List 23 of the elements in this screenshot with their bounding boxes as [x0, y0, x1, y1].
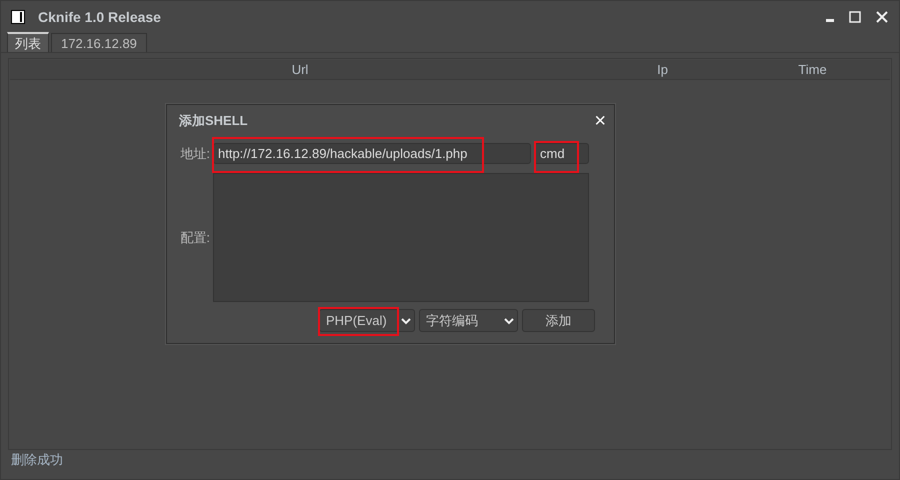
add-button[interactable]: 添加 [522, 309, 595, 332]
column-header[interactable]: Time [735, 60, 890, 79]
tab[interactable]: 172.16.12.89 [51, 33, 147, 52]
app-icon [11, 10, 25, 24]
select-value: 字符编码 [426, 312, 479, 330]
close-button[interactable]: × [594, 111, 606, 131]
field-label: 配置: [179, 228, 211, 247]
field-label: 地址: [179, 144, 211, 163]
column-header[interactable]: Url [10, 60, 590, 79]
password-field[interactable]: cmd [534, 143, 589, 164]
close-icon[interactable] [875, 10, 889, 24]
dialog-title: 添加SHELL [179, 112, 248, 130]
window-title: Cknife 1.0 Release [38, 8, 161, 26]
maximize-icon[interactable] [848, 10, 862, 24]
column-header[interactable]: Ip [590, 60, 735, 79]
chevron-down-icon [504, 316, 514, 324]
tab[interactable]: 列表 [7, 32, 49, 52]
url-field[interactable]: http://172.16.12.89/hackable/uploads/1.php [213, 143, 531, 164]
chevron-down-icon [401, 316, 411, 324]
status-text: 删除成功 [11, 451, 63, 470]
type-select[interactable]: PHP(Eval) [319, 309, 415, 332]
encoding-select[interactable]: 字符编码 [419, 309, 518, 332]
select-value: PHP(Eval) [326, 312, 388, 330]
